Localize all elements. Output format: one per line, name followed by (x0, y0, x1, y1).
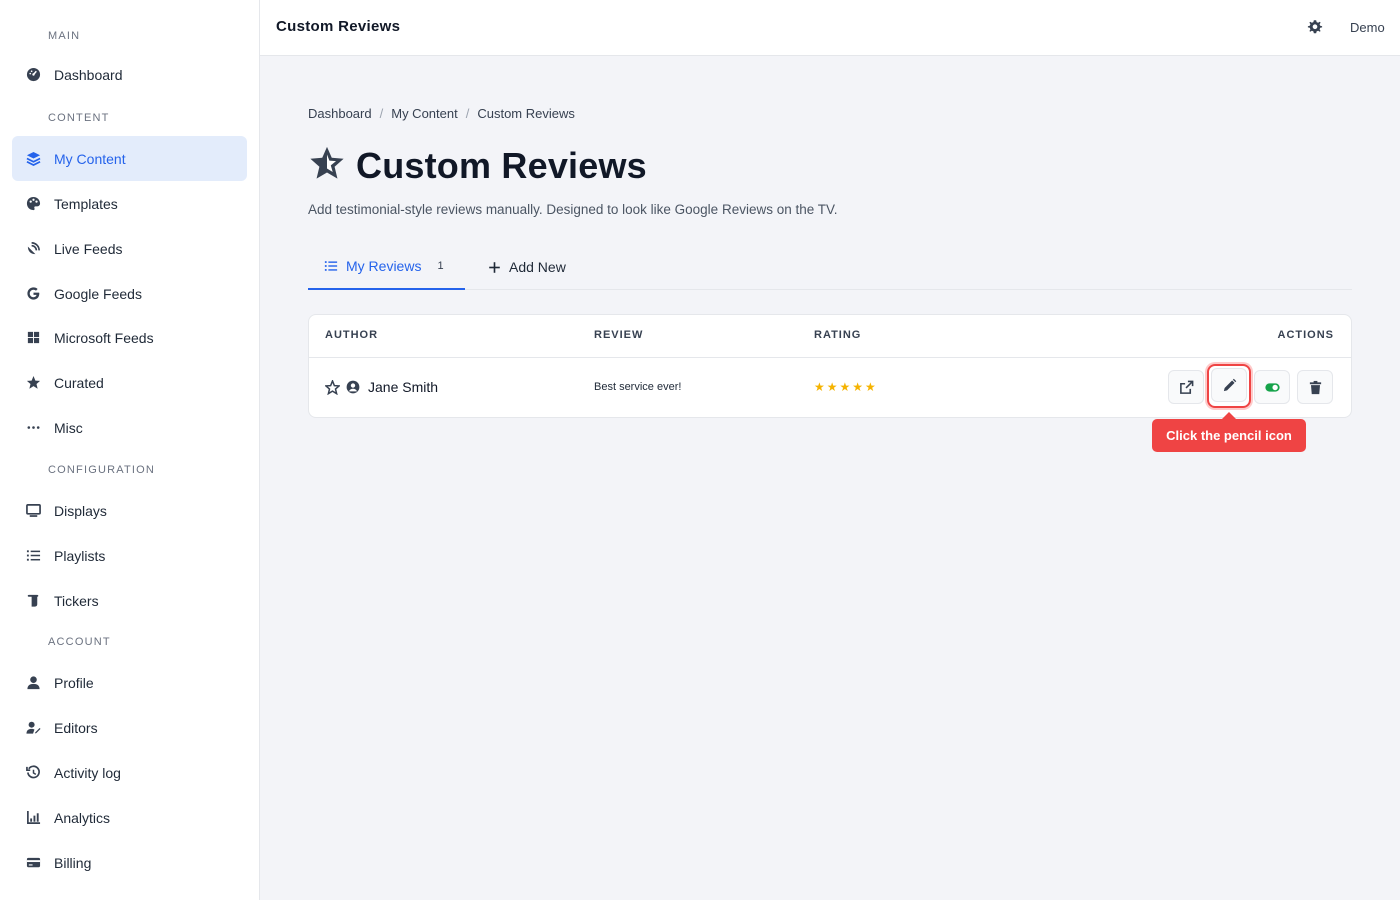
user-circle-icon (346, 380, 360, 394)
windows-icon (24, 329, 42, 347)
page-title: Custom Reviews (356, 144, 647, 186)
sidebar-item-label: Analytics (54, 809, 111, 826)
sidebar-section-configuration: CONFIGURATION (48, 464, 156, 476)
topbar: Custom Reviews Demo (260, 0, 1400, 56)
sidebar-item-my-content[interactable]: My Content (12, 136, 247, 181)
credit-card-icon (24, 854, 42, 872)
sidebar-item-label: Live Feeds (54, 240, 123, 257)
tab-label: Add New (509, 259, 566, 275)
history-icon (24, 764, 42, 782)
pencil-icon (1222, 378, 1237, 393)
breadcrumb-current: Custom Reviews (477, 106, 575, 121)
sidebar-item-playlists[interactable]: Playlists (12, 533, 247, 578)
breadcrumb-separator: / (379, 106, 384, 121)
sidebar-item-profile[interactable]: Profile (12, 660, 247, 705)
breadcrumb: Dashboard / My Content / Custom Reviews (308, 106, 575, 121)
sidebar-item-label: Editors (54, 719, 98, 736)
chart-icon (24, 809, 42, 827)
sidebar-item-label: Billing (54, 854, 92, 871)
sidebar-item-label: Activity log (54, 764, 121, 781)
topbar-title: Custom Reviews (276, 18, 401, 35)
satellite-dish-icon (24, 240, 42, 258)
breadcrumb-my-content[interactable]: My Content (391, 106, 457, 121)
star-outline-icon (325, 379, 340, 395)
user-icon (24, 674, 42, 692)
open-external-button[interactable] (1168, 370, 1204, 404)
sidebar-item-live-feeds[interactable]: Live Feeds (12, 226, 247, 271)
column-header-rating: RATING (814, 329, 862, 341)
sidebar-item-label: Microsoft Feeds (54, 329, 154, 346)
table-row: Jane Smith (325, 379, 438, 395)
external-link-icon (1179, 380, 1194, 395)
tab-count-badge: 1 (437, 260, 444, 272)
delete-button[interactable] (1297, 370, 1333, 404)
sidebar-item-analytics[interactable]: Analytics (12, 795, 247, 840)
review-author: Jane Smith (368, 379, 439, 395)
tab-label: My Reviews (346, 258, 422, 274)
sidebar-item-google-feeds[interactable]: Google Feeds (12, 271, 247, 316)
sidebar: MAIN Dashboard CONTENT My Content Templa… (0, 0, 260, 900)
sidebar-item-microsoft-feeds[interactable]: Microsoft Feeds (12, 315, 247, 360)
breadcrumb-separator: / (465, 106, 470, 121)
column-header-review: REVIEW (594, 329, 644, 341)
sidebar-item-dashboard[interactable]: Dashboard (12, 52, 247, 97)
sidebar-section-account: ACCOUNT (48, 636, 111, 648)
page-subtitle: Add testimonial-style reviews manually. … (308, 202, 838, 217)
star-outline-icon (308, 144, 346, 187)
sidebar-item-label: Tickers (54, 592, 99, 609)
sidebar-item-label: Dashboard (54, 66, 123, 83)
sidebar-item-curated[interactable]: Curated (12, 360, 247, 405)
list-icon (324, 259, 338, 273)
column-header-author: AUTHOR (325, 329, 379, 341)
tabs: My Reviews 1 Add New (308, 244, 1352, 290)
user-menu[interactable]: Demo (1350, 20, 1385, 35)
toggle-on-icon (1264, 380, 1280, 395)
palette-icon (24, 195, 42, 213)
sidebar-item-activity-log[interactable]: Activity log (12, 750, 247, 795)
tab-my-reviews[interactable]: My Reviews 1 (308, 244, 465, 290)
scroll-icon (24, 592, 42, 610)
list-icon (24, 547, 42, 565)
edit-button[interactable] (1211, 368, 1247, 402)
user-pen-icon (24, 719, 42, 737)
sidebar-item-tickers[interactable]: Tickers (12, 578, 247, 623)
plus-icon (488, 261, 501, 274)
sidebar-item-misc[interactable]: Misc (12, 405, 247, 450)
star-icon (24, 374, 42, 392)
table-divider (309, 357, 1351, 358)
reviews-table: AUTHOR REVIEW RATING ACTIONS Jane Smith … (308, 314, 1352, 418)
sidebar-item-label: Misc (54, 419, 83, 436)
sidebar-section-content: CONTENT (48, 112, 110, 124)
toggle-visibility-button[interactable] (1254, 370, 1290, 404)
breadcrumb-dashboard[interactable]: Dashboard (308, 106, 372, 121)
ellipsis-icon (24, 419, 42, 437)
google-icon (24, 285, 42, 303)
sidebar-item-label: Templates (54, 195, 118, 212)
sidebar-section-main: MAIN (48, 30, 81, 42)
dashboard-icon (24, 66, 42, 84)
sidebar-item-templates[interactable]: Templates (12, 181, 247, 226)
sidebar-item-editors[interactable]: Editors (12, 705, 247, 750)
layers-icon (24, 150, 42, 168)
trash-icon (1308, 380, 1323, 395)
rating-stars: ★★★★★ (814, 380, 878, 394)
rating-cell: ★★★★★ (814, 380, 878, 394)
tab-add-new[interactable]: Add New (488, 244, 566, 290)
column-header-actions: ACTIONS (1277, 329, 1334, 341)
review-cell: Best service ever! (594, 381, 681, 393)
sidebar-item-label: Playlists (54, 547, 106, 564)
sidebar-item-label: My Content (54, 150, 126, 167)
sidebar-item-label: Profile (54, 674, 94, 691)
sidebar-item-billing[interactable]: Billing (12, 840, 247, 885)
sidebar-item-displays[interactable]: Displays (12, 488, 247, 533)
review-text: Best service ever! (594, 381, 682, 393)
edit-hint-tooltip: Click the pencil icon (1152, 412, 1306, 452)
page-title-wrap: Custom Reviews (308, 144, 647, 187)
monitor-icon (24, 502, 42, 520)
gear-icon[interactable] (1306, 18, 1326, 38)
sidebar-item-label: Google Feeds (54, 285, 142, 302)
sidebar-item-label: Displays (54, 502, 107, 519)
sidebar-item-label: Curated (54, 374, 104, 391)
